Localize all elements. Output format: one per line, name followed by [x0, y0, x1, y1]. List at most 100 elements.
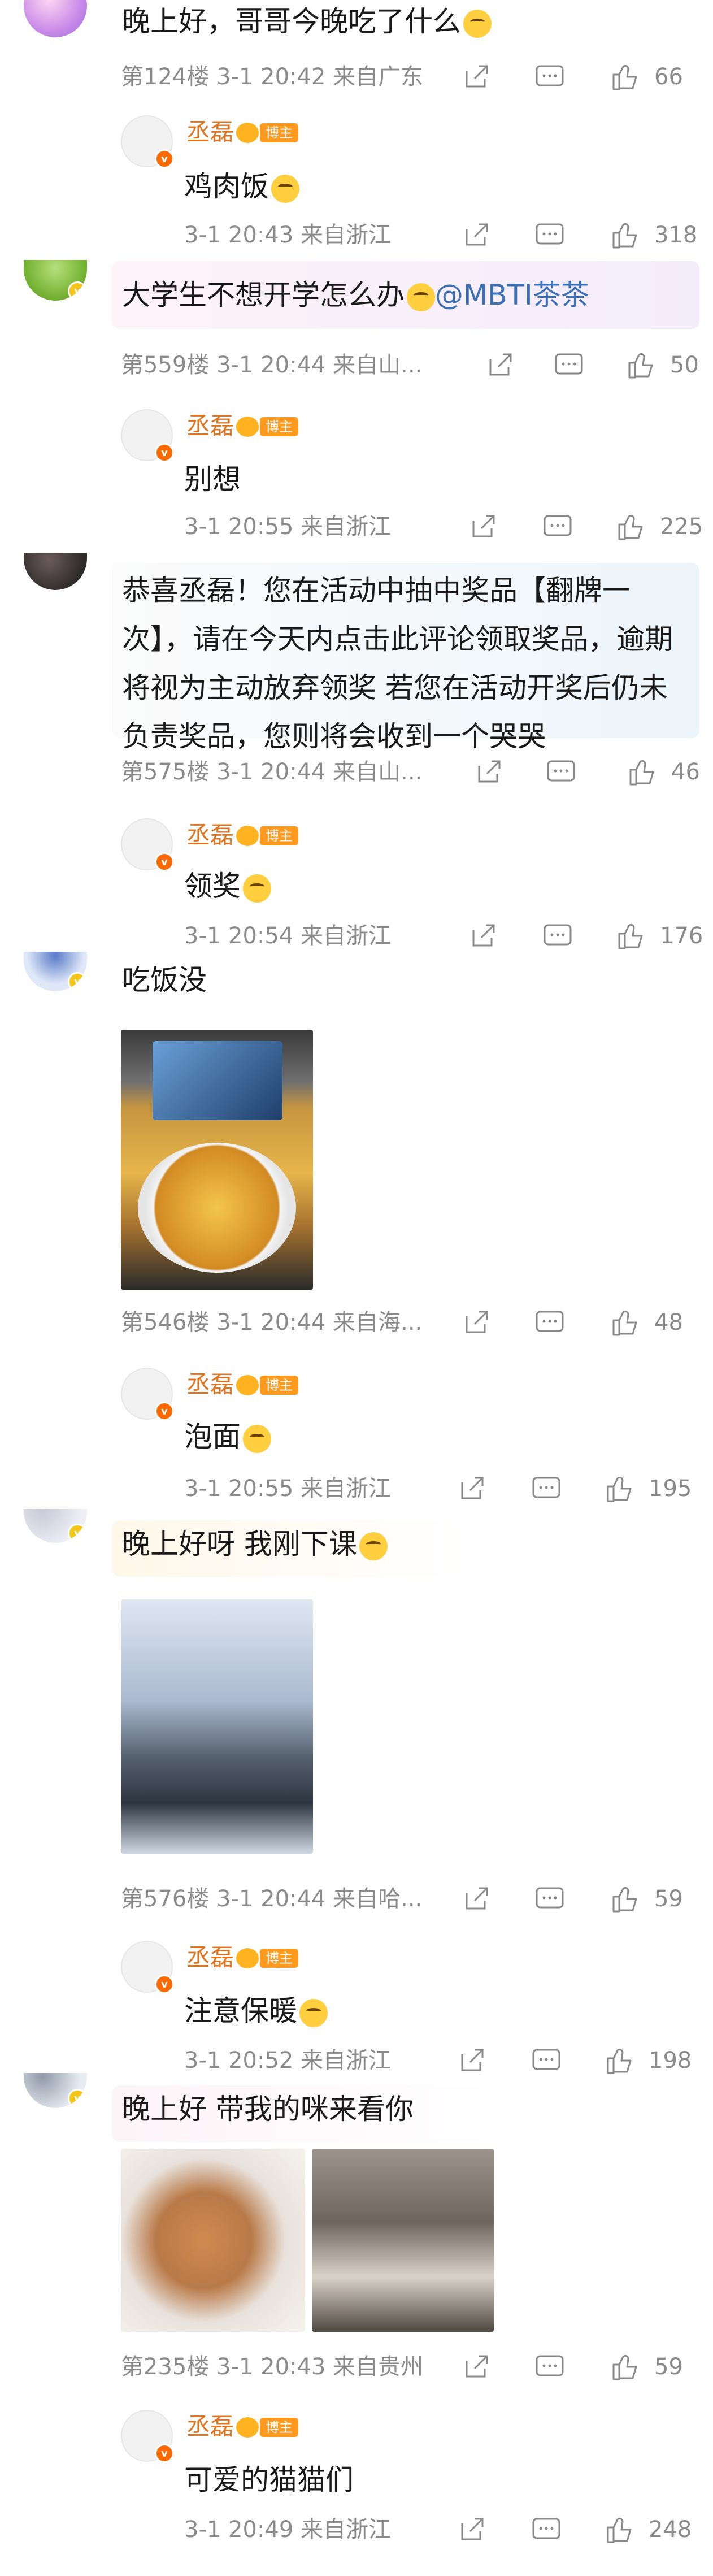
author-name[interactable]: 丞磊: [186, 113, 234, 148]
reply-button[interactable]: [531, 2044, 562, 2078]
thumbs-up-icon: [612, 223, 637, 249]
share-button[interactable]: [469, 510, 497, 544]
like-button[interactable]: 318: [610, 218, 697, 252]
author-avatar[interactable]: v: [121, 1941, 174, 1994]
author-avatar[interactable]: v: [121, 1368, 174, 1421]
user-avatar[interactable]: v: [24, 260, 87, 301]
share-icon: [466, 65, 488, 88]
comment-icon: [536, 65, 564, 86]
thumbs-up-icon: [612, 2354, 637, 2380]
reply-text: 泡面: [184, 1414, 271, 1455]
comment-icon: [532, 2049, 560, 2070]
blogger-label: 博主: [260, 826, 298, 845]
author-name[interactable]: 丞磊: [186, 407, 234, 441]
reply-actions: 176: [0, 919, 713, 953]
author-name[interactable]: 丞磊: [186, 816, 234, 851]
reply-button[interactable]: [534, 2350, 565, 2384]
comment-text: 晚上好，哥哥今晚吃了什么: [122, 0, 492, 47]
blogger-label: 博主: [260, 1376, 298, 1395]
winter-trees-photo[interactable]: [121, 1599, 313, 1854]
share-button[interactable]: [462, 2350, 490, 2384]
reply-button[interactable]: [534, 218, 565, 252]
reply-button[interactable]: [554, 348, 584, 382]
reply-button[interactable]: [531, 2513, 562, 2547]
like-count: 66: [654, 64, 683, 90]
blogger-icon: [236, 123, 259, 143]
share-button[interactable]: [462, 1882, 490, 1916]
thumbs-up-icon: [612, 64, 637, 90]
thumbs-up-icon: [618, 923, 643, 949]
reply-button[interactable]: [546, 755, 576, 789]
like-count: 318: [654, 222, 698, 248]
reply-button[interactable]: [534, 1882, 565, 1916]
reply-text: 注意保暖: [184, 1988, 328, 2029]
author-avatar[interactable]: v: [121, 409, 174, 462]
like-button[interactable]: 48: [610, 1306, 683, 1339]
comment-text: 晚上好 带我的咪来看你: [122, 2093, 414, 2126]
comment-icon: [536, 2355, 564, 2376]
share-button[interactable]: [462, 60, 490, 94]
user-avatar[interactable]: v: [24, 952, 87, 991]
user-avatar[interactable]: [24, 0, 87, 37]
like-button[interactable]: 195: [605, 1472, 692, 1506]
blogger-badge: 博主: [236, 2415, 298, 2439]
like-button[interactable]: 50: [626, 348, 699, 382]
share-button[interactable]: [458, 2044, 486, 2078]
author-avatar[interactable]: v: [121, 2410, 174, 2463]
share-button[interactable]: [462, 1306, 490, 1339]
thumbs-up-icon: [618, 514, 643, 540]
user-avatar[interactable]: v: [24, 2073, 87, 2108]
like-button[interactable]: 46: [627, 755, 700, 789]
verified-badge-icon: v: [155, 443, 174, 462]
like-button[interactable]: 248: [605, 2513, 692, 2547]
share-button[interactable]: [475, 755, 503, 789]
cat-photo-2[interactable]: [312, 2149, 494, 2332]
comment-thread-page: 晚上好，哥哥今晚吃了什么 第124楼 3-1 20:42 来自广东 66 v 丞…: [0, 0, 713, 2576]
thumbs-up-icon: [607, 2048, 632, 2074]
author-avatar[interactable]: v: [121, 115, 174, 168]
user-avatar[interactable]: v: [24, 1509, 87, 1543]
share-button[interactable]: [458, 2513, 486, 2547]
verified-badge-icon: v: [68, 1524, 87, 1543]
share-icon: [466, 1887, 488, 1910]
like-count: 48: [654, 1309, 683, 1335]
reply-actions: 248: [0, 2513, 713, 2547]
author-name[interactable]: 丞磊: [186, 1365, 234, 1400]
reply-button[interactable]: [534, 1306, 565, 1339]
noodle-photo[interactable]: [121, 1030, 313, 1290]
smile-emoji-icon: [271, 174, 299, 203]
reply-button[interactable]: [531, 1472, 562, 1506]
share-button[interactable]: [469, 919, 497, 953]
author-avatar[interactable]: v: [121, 818, 174, 871]
thumbs-up-icon: [629, 760, 654, 786]
share-button[interactable]: [458, 1472, 486, 1506]
share-button[interactable]: [486, 348, 514, 382]
reply-button[interactable]: [542, 510, 573, 544]
like-button[interactable]: 176: [616, 919, 703, 953]
mention-link[interactable]: @MBTI茶茶: [435, 279, 589, 311]
reply-button[interactable]: [542, 919, 573, 953]
share-icon: [461, 2518, 484, 2540]
like-button[interactable]: 59: [610, 1882, 683, 1916]
reply-button[interactable]: [534, 60, 565, 94]
blogger-label: 博主: [260, 1949, 298, 1968]
reply-text: 可爱的猫猫们: [184, 2464, 354, 2496]
share-icon: [478, 760, 501, 783]
reply-actions: 198: [0, 2044, 713, 2078]
like-button[interactable]: 59: [610, 2350, 683, 2384]
like-count: 248: [649, 2517, 692, 2543]
like-button[interactable]: 225: [616, 510, 703, 544]
comment-text: 恭喜丞磊！您在活动中抽中奖品【翻牌一次】，请在今天内点击此评论领取奖品，逾期将视…: [122, 574, 673, 753]
reply-actions: 225: [0, 510, 713, 544]
author-name[interactable]: 丞磊: [186, 2408, 234, 2442]
verified-badge-icon: v: [155, 1975, 174, 1994]
reply-text: 鸡肉饭: [184, 164, 299, 205]
share-icon: [466, 2355, 488, 2378]
share-button[interactable]: [462, 218, 490, 252]
author-name[interactable]: 丞磊: [186, 1938, 234, 1973]
comment-actions: 59: [0, 1882, 713, 1916]
like-button[interactable]: 198: [605, 2044, 692, 2078]
cat-photo-1[interactable]: [121, 2149, 305, 2332]
like-button[interactable]: 66: [610, 60, 683, 94]
user-avatar[interactable]: [24, 553, 87, 590]
